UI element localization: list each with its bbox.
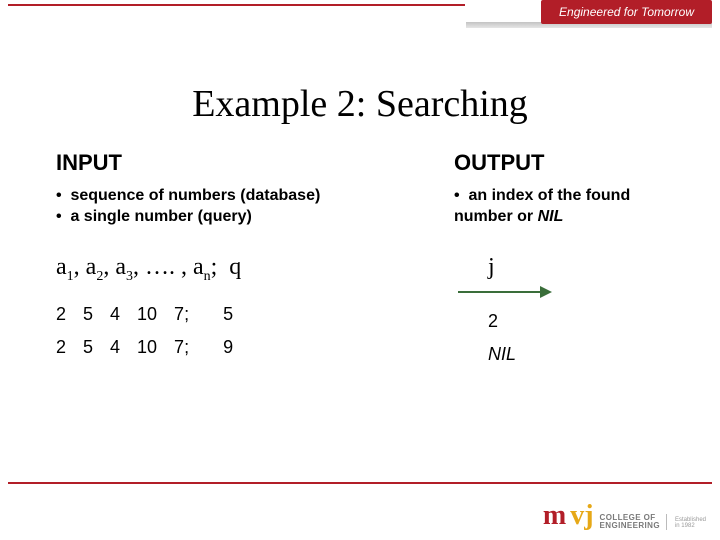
- logo-established: Establishedin 1982: [675, 517, 706, 530]
- formula-sep: ;: [211, 254, 218, 280]
- formula-subn: n: [204, 268, 211, 283]
- output-desc-line1: an index of the found: [468, 187, 630, 204]
- footer-rule: [8, 482, 712, 484]
- output-values: 2 NIL: [454, 311, 664, 365]
- output-result: NIL: [488, 344, 664, 365]
- example-seq: 2 5 4 10 7;: [56, 304, 189, 324]
- input-examples: 2 5 4 10 7; 5 2 5 4 10 7; 9: [56, 304, 376, 358]
- output-column: OUTPUT • an index of the found number or…: [454, 150, 664, 365]
- bullet-icon: •: [454, 186, 464, 207]
- logo-letter-m: m: [543, 502, 566, 530]
- example-row: 2 5 4 10 7; 9: [56, 337, 376, 358]
- arrow-icon: [454, 285, 664, 299]
- logo-text-line2: ENGINEERING: [600, 522, 660, 530]
- top-brand-bar: Engineered for Tomorrow: [0, 0, 720, 30]
- output-heading: OUTPUT: [454, 150, 664, 176]
- slide-body: INPUT • sequence of numbers (database) •…: [56, 150, 664, 365]
- output-j: j: [488, 254, 664, 281]
- formula-sub1: 1: [67, 268, 74, 283]
- logo-letter-vj: vj: [570, 502, 593, 530]
- example-q: 5: [223, 304, 233, 324]
- output-desc-nil: NIL: [538, 208, 564, 225]
- input-heading: INPUT: [56, 150, 376, 176]
- formula-a: a: [56, 254, 67, 280]
- formula-q: q: [229, 254, 241, 280]
- footer-logo: mvj COLLEGE OF ENGINEERING Establishedin…: [543, 502, 706, 530]
- output-desc-line2: number or: [454, 208, 538, 225]
- input-formula: a1, a2, a3, …. , an; q: [56, 254, 376, 285]
- example-row: 2 5 4 10 7; 5: [56, 304, 376, 325]
- brand-tagline: Engineered for Tomorrow: [541, 0, 712, 24]
- example-seq: 2 5 4 10 7;: [56, 337, 189, 357]
- example-q: 9: [223, 337, 233, 357]
- input-desc-1: sequence of numbers (database): [70, 187, 320, 204]
- formula-a: a: [115, 254, 126, 280]
- logo-text: COLLEGE OF ENGINEERING: [600, 514, 667, 530]
- input-desc-2: a single number (query): [70, 208, 251, 225]
- bullet-icon: •: [56, 207, 66, 228]
- output-result: 2: [488, 311, 664, 332]
- brand-rule: [8, 4, 465, 6]
- slide-title: Example 2: Searching: [0, 82, 720, 126]
- input-description: • sequence of numbers (database) • a sin…: [56, 186, 376, 228]
- formula-sub2: 2: [96, 268, 103, 283]
- formula-dots: , …. ,: [133, 254, 193, 280]
- formula-a: a: [193, 254, 204, 280]
- output-description: • an index of the found number or NIL: [454, 186, 664, 228]
- bullet-icon: •: [56, 186, 66, 207]
- formula-sub3: 3: [126, 268, 133, 283]
- input-column: INPUT • sequence of numbers (database) •…: [56, 150, 376, 365]
- formula-a: a: [86, 254, 97, 280]
